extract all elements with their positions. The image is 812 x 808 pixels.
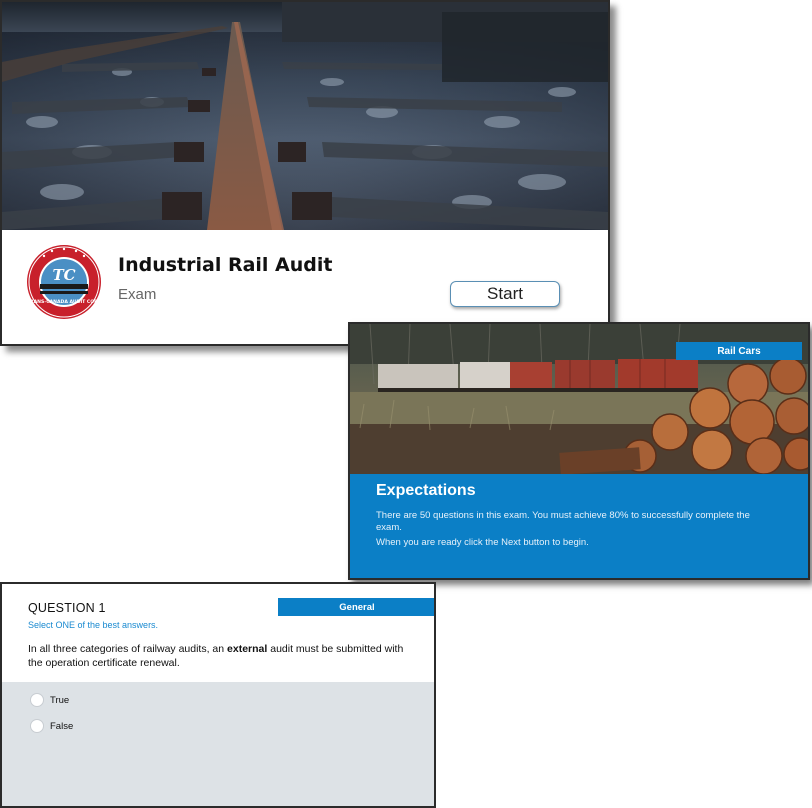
course-cover-panel: TC TRANS-CANADA AUDIT CORP Industrial Ra…	[0, 0, 610, 346]
expectations-heading: Expectations	[376, 482, 476, 499]
expectations-paragraph-1: There are 50 questions in this exam. You…	[376, 510, 750, 533]
question-text-emphasis: external	[227, 643, 268, 655]
railway-track-photo	[2, 2, 608, 230]
question-instruction: Select ONE of the best answers.	[28, 620, 159, 630]
category-tag: General	[278, 598, 434, 616]
rail-cars-logs-photo: Rail Cars	[350, 324, 808, 474]
choice-label: True	[50, 694, 70, 706]
choice-false[interactable]: False	[30, 718, 73, 734]
trans-canada-logo: TC TRANS-CANADA AUDIT CORP	[26, 244, 102, 320]
radio-button[interactable]	[30, 693, 44, 707]
question-text-part-1: In all three categories of railway audit…	[28, 643, 228, 655]
question-text: In all three categories of railway audit…	[28, 642, 418, 670]
radio-button[interactable]	[30, 719, 44, 733]
svg-text:TC: TC	[52, 266, 75, 284]
choice-label: False	[50, 720, 74, 732]
course-type-label: Exam	[118, 286, 157, 303]
choice-true[interactable]: True	[30, 692, 69, 708]
svg-text:TRANS-CANADA AUDIT CORP: TRANS-CANADA AUDIT CORP	[27, 299, 102, 305]
expectations-paragraph-2: When you are ready click the Next button…	[376, 537, 589, 548]
start-button[interactable]: Start	[450, 281, 560, 307]
expectations-body: Expectations There are 50 questions in t…	[350, 474, 808, 578]
rail-cars-tag: Rail Cars	[676, 342, 802, 360]
question-number: QUESTION 1	[28, 601, 106, 615]
question-panel: QUESTION 1 General Select ONE of the bes…	[0, 582, 436, 808]
expectations-panel: Rail Cars Expectations There are 50 ques…	[348, 322, 810, 580]
course-title: Industrial Rail Audit	[118, 254, 333, 276]
answer-choices-area: True False	[2, 682, 434, 806]
